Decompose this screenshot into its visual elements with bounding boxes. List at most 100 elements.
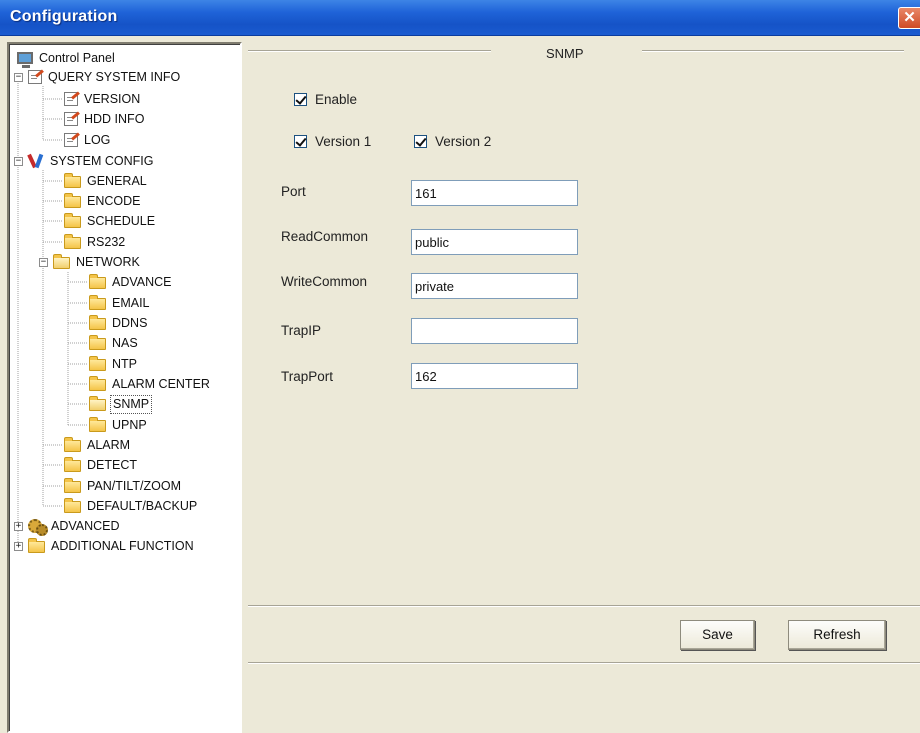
tools-icon — [28, 154, 44, 168]
tree-item-email[interactable]: EMAIL — [89, 293, 152, 313]
window-title: Configuration — [10, 8, 118, 25]
folder-icon — [89, 356, 106, 371]
tree-item-advance[interactable]: ADVANCE — [89, 272, 174, 292]
tree-item-control-panel[interactable]: Control Panel — [17, 48, 117, 68]
computer-icon — [17, 52, 33, 68]
collapse-icon[interactable]: − — [14, 73, 23, 82]
tree-item-additional-function[interactable]: ADDITIONAL FUNCTION — [28, 536, 196, 556]
folder-open-icon — [89, 396, 106, 411]
write-common-field[interactable] — [411, 273, 578, 299]
tree-item-rs232[interactable]: RS232 — [64, 232, 127, 252]
tree-item-label: ADVANCE — [112, 274, 172, 289]
section-title: SNMP — [546, 46, 584, 61]
edit-document-icon — [64, 112, 78, 126]
tree-item-label: ALARM — [87, 437, 131, 452]
tree-item-upnp[interactable]: UPNP — [89, 415, 149, 435]
tree-item-label: ADDITIONAL FUNCTION — [51, 538, 194, 553]
collapse-icon[interactable]: − — [14, 157, 23, 166]
version2-label: Version 2 — [435, 134, 492, 149]
folder-icon — [64, 498, 81, 513]
folder-icon — [89, 335, 106, 350]
folder-icon — [64, 437, 81, 452]
version2-checkbox[interactable]: Version 2 — [414, 134, 491, 149]
tree-item-advanced[interactable]: ADVANCED — [28, 516, 122, 536]
trap-ip-field[interactable] — [411, 318, 578, 344]
folder-icon — [64, 173, 81, 188]
tree-item-label: Control Panel — [39, 50, 115, 65]
edit-document-icon — [64, 133, 78, 147]
tree-item-encode[interactable]: ENCODE — [64, 191, 142, 211]
tree-item-label: PAN/TILT/ZOOM — [87, 478, 181, 493]
folder-icon — [89, 376, 106, 391]
tree-item-label: VERSION — [84, 91, 141, 106]
tree-item-label: HDD INFO — [84, 111, 145, 126]
tree-item-nas[interactable]: NAS — [89, 333, 140, 353]
folder-icon — [89, 417, 106, 432]
edit-document-icon — [28, 70, 42, 84]
tree-item-alarm-center[interactable]: ALARM CENTER — [89, 374, 212, 394]
tree-item-label: DETECT — [87, 457, 137, 472]
expand-icon[interactable]: + — [14, 522, 23, 531]
tree-item-label: RS232 — [87, 234, 126, 249]
tree-item-pan-tilt-zoom[interactable]: PAN/TILT/ZOOM — [64, 476, 183, 496]
port-field[interactable] — [411, 180, 578, 206]
checkbox-checked-icon — [294, 93, 307, 106]
tree-item-default-backup[interactable]: DEFAULT/BACKUP — [64, 496, 199, 516]
button-bar-divider — [248, 605, 920, 607]
trap-port-field[interactable] — [411, 363, 578, 389]
tree-item-label: NTP — [112, 356, 137, 371]
title-bar: Configuration ✕ — [0, 0, 920, 36]
tree-item-label: DDNS — [112, 315, 148, 330]
section-divider — [248, 50, 491, 52]
folder-open-icon — [53, 254, 70, 269]
expand-icon[interactable]: + — [14, 542, 23, 551]
tree-item-label: DEFAULT/BACKUP — [87, 498, 198, 513]
read-common-field[interactable] — [411, 229, 578, 255]
tree-item-query-system-info[interactable]: QUERY SYSTEM INFO — [28, 67, 182, 87]
tree-item-label: UPNP — [112, 417, 147, 432]
tree-item-label: SCHEDULE — [87, 213, 156, 228]
tree-item-system-config[interactable]: SYSTEM CONFIG — [28, 151, 155, 171]
tree-item-detect[interactable]: DETECT — [64, 455, 139, 475]
tree-item-version[interactable]: VERSION — [64, 89, 142, 109]
tree-item-label: LOG — [84, 132, 111, 147]
tree-item-label: ENCODE — [87, 193, 141, 208]
navigation-tree[interactable]: Control Panel − QUERY SYSTEM INFO VERSIO… — [7, 42, 242, 733]
footer-divider — [248, 662, 920, 664]
checkbox-checked-icon — [294, 135, 307, 148]
trap-port-label: TrapPort — [281, 369, 334, 384]
version1-label: Version 1 — [315, 134, 372, 149]
folder-icon — [28, 538, 45, 553]
gears-icon — [28, 519, 48, 536]
close-button[interactable]: ✕ — [898, 7, 920, 29]
folder-icon — [64, 234, 81, 249]
tree-item-label: ADVANCED — [51, 518, 120, 533]
folder-icon — [64, 193, 81, 208]
folder-icon — [64, 457, 81, 472]
tree-item-ntp[interactable]: NTP — [89, 354, 139, 374]
tree-item-log[interactable]: LOG — [64, 130, 112, 150]
tree-item-hdd-info[interactable]: HDD INFO — [64, 109, 146, 129]
checkbox-checked-icon — [414, 135, 427, 148]
folder-icon — [64, 478, 81, 493]
tree-item-network[interactable]: NETWORK — [53, 252, 142, 272]
tree-item-label: NAS — [112, 335, 138, 350]
enable-label: Enable — [315, 92, 358, 107]
port-label: Port — [281, 184, 306, 199]
folder-icon — [89, 274, 106, 289]
save-button[interactable]: Save — [680, 620, 755, 650]
collapse-icon[interactable]: − — [39, 258, 48, 267]
tree-item-general[interactable]: GENERAL — [64, 171, 149, 191]
section-divider — [642, 50, 904, 52]
tree-item-ddns[interactable]: DDNS — [89, 313, 149, 333]
tree-item-alarm[interactable]: ALARM — [64, 435, 132, 455]
snmp-settings-panel: SNMP Enable Version 1 Version 2 Port Rea… — [248, 42, 920, 733]
tree-item-snmp[interactable]: SNMP — [89, 394, 153, 414]
version1-checkbox[interactable]: Version 1 — [294, 134, 371, 149]
write-common-label: WriteCommon — [281, 274, 368, 289]
tree-item-label: NETWORK — [76, 254, 140, 269]
tree-item-schedule[interactable]: SCHEDULE — [64, 211, 157, 231]
close-icon: ✕ — [903, 9, 916, 26]
enable-checkbox[interactable]: Enable — [294, 92, 357, 107]
refresh-button[interactable]: Refresh — [788, 620, 886, 650]
